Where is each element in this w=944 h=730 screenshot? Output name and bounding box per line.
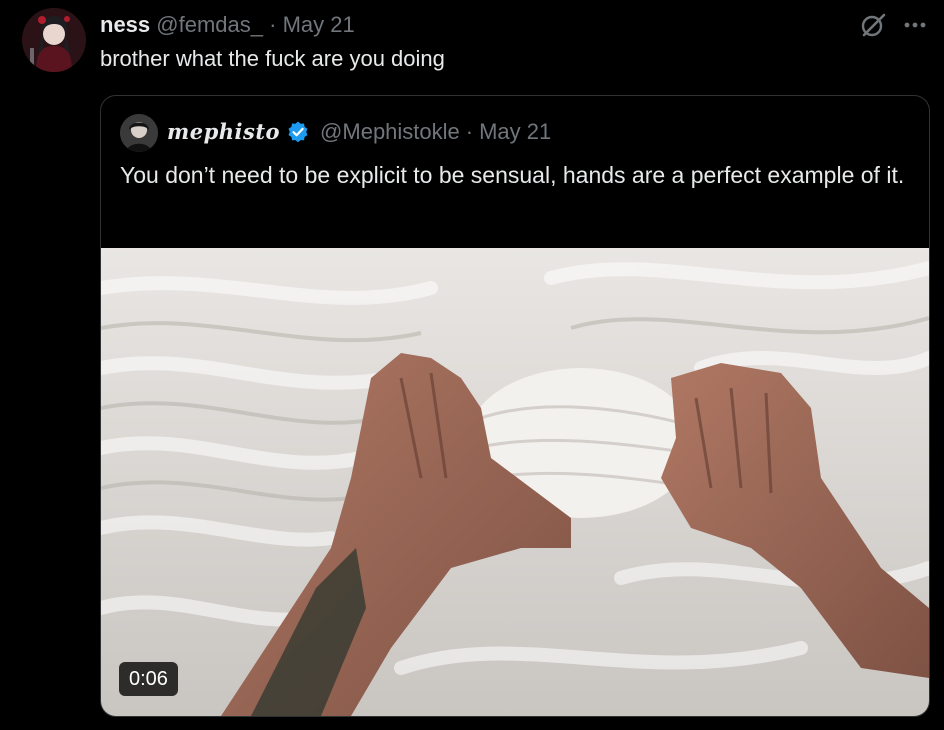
video-thumbnail [101, 248, 929, 716]
separator: · [269, 12, 277, 37]
user-avatar[interactable] [22, 8, 86, 72]
quoted-display-name[interactable]: mephisto [167, 118, 280, 146]
verified-badge-icon [288, 121, 308, 143]
quoted-tweet-header: mephisto @Mephistokle · May 21 [167, 118, 551, 146]
user-handle[interactable]: @femdas_ [156, 12, 263, 37]
separator: · [465, 119, 474, 144]
tweet-header: ness @femdas_ · May 21 [100, 12, 355, 38]
video-duration: 0:06 [119, 662, 178, 696]
quoted-user-handle[interactable]: @Mephistokle [320, 118, 460, 146]
quoted-tweet-card[interactable]: mephisto @Mephistokle · May 21 You don’t… [100, 95, 930, 717]
video-player[interactable]: 0:06 [101, 248, 929, 716]
tweet-text: brother what the fuck are you doing [100, 46, 445, 71]
quoted-user-avatar[interactable] [120, 114, 158, 152]
quoted-tweet-text: You don’t need to be explicit to be sens… [120, 162, 905, 188]
more-icon[interactable] [902, 12, 928, 38]
tweet-date[interactable]: May 21 [283, 12, 355, 37]
quoted-tweet-date[interactable]: May 21 [479, 118, 551, 146]
grok-icon[interactable] [858, 10, 888, 40]
display-name[interactable]: ness [100, 12, 150, 37]
